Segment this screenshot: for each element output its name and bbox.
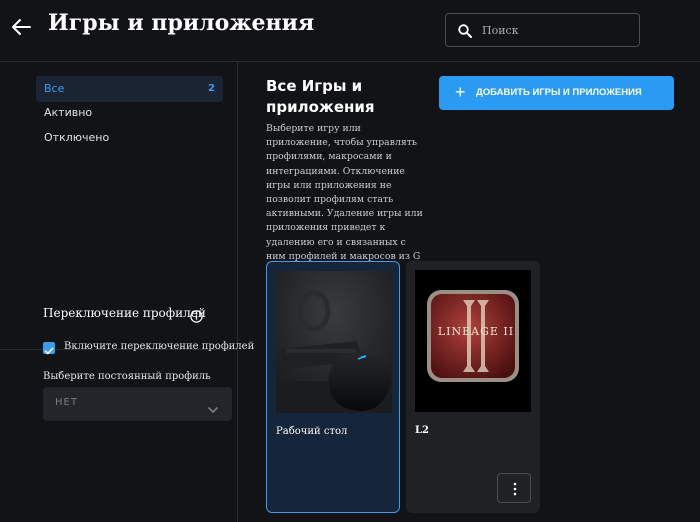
- sidebar-item-active[interactable]: Активно: [36, 100, 223, 126]
- more-options-button[interactable]: [497, 473, 531, 503]
- desktop-thumbnail-image: [276, 271, 392, 413]
- app-card-name: Рабочий стол: [276, 426, 348, 437]
- sidebar-item-all[interactable]: Все 2: [36, 76, 223, 102]
- app-card-l2[interactable]: LINEAGE II L2: [406, 261, 540, 513]
- search-box[interactable]: [445, 13, 640, 47]
- app-card-name: L2: [415, 425, 429, 436]
- add-games-button[interactable]: + ДОБАВИТЬ ИГРЫ И ПРИЛОЖЕНИЯ: [439, 76, 674, 110]
- plus-icon: +: [455, 82, 466, 102]
- sidebar: Все 2 Активно Отключено: [0, 62, 238, 522]
- checkbox-label: Включите переключение профилей: [64, 341, 255, 352]
- profile-switch-toggle-row[interactable]: Включите переключение профилей: [43, 341, 254, 355]
- info-icon[interactable]: [190, 308, 203, 323]
- sidebar-item-label: Все: [44, 82, 65, 95]
- add-games-button-label: ДОБАВИТЬ ИГРЫ И ПРИЛОЖЕНИЯ: [476, 87, 642, 98]
- l2-thumbnail-image: [415, 270, 531, 412]
- sidebar-item-disabled[interactable]: Отключено: [36, 125, 223, 151]
- search-icon: [458, 23, 472, 38]
- kebab-menu-icon: [513, 482, 517, 496]
- section-title: Все Игры и приложения: [266, 77, 375, 116]
- search-input[interactable]: [482, 20, 632, 40]
- app-card-desktop[interactable]: Рабочий стол: [266, 261, 400, 513]
- sidebar-item-label: Отключено: [44, 131, 110, 144]
- default-profile-value: НЕТ: [55, 397, 78, 408]
- profile-switch-title: Переключение профилей: [43, 306, 206, 320]
- sidebar-item-count: 2: [208, 83, 215, 94]
- sidebar-item-label: Активно: [44, 106, 93, 119]
- section-description: Выберите игру или приложение, чтобы упра…: [266, 123, 423, 276]
- l2-logo-text: LINEAGE II: [437, 325, 515, 338]
- chevron-down-icon: [208, 399, 218, 413]
- back-arrow-icon[interactable]: [10, 14, 34, 40]
- default-profile-select[interactable]: НЕТ: [43, 387, 232, 421]
- page-title: Игры и приложения: [48, 10, 315, 36]
- header: Игры и приложения: [0, 0, 700, 62]
- default-profile-label: Выберите постоянный профиль: [43, 371, 211, 382]
- checkbox[interactable]: [43, 342, 55, 355]
